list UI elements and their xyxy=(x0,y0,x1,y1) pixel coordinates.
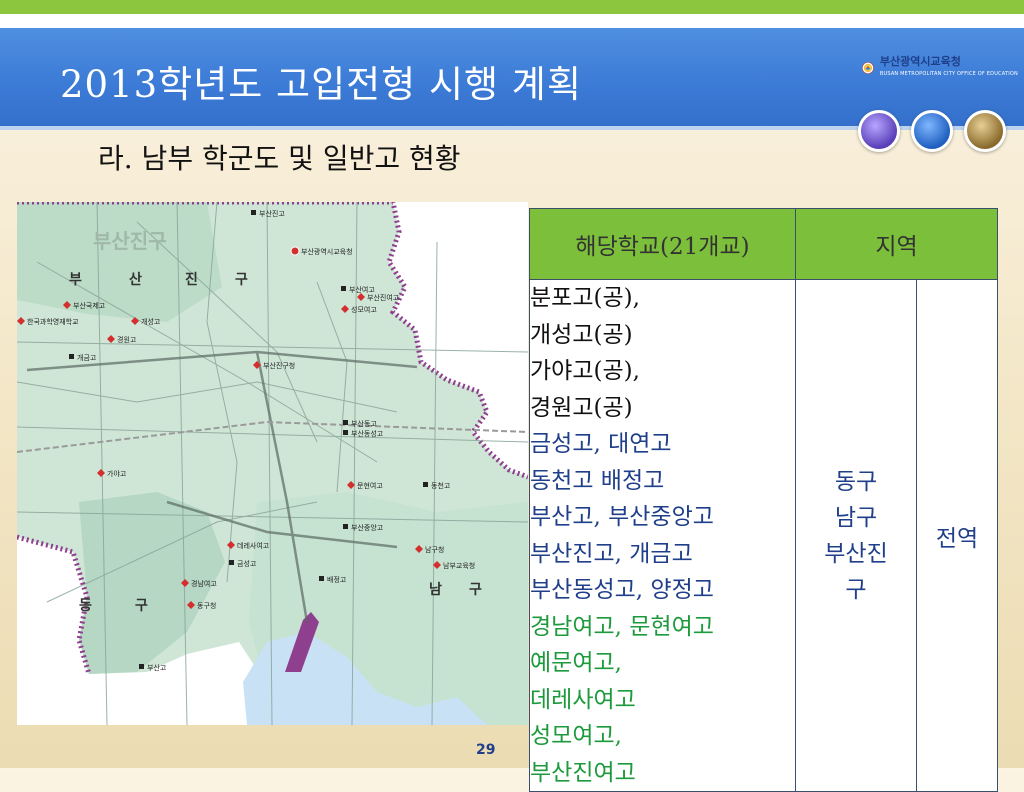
top-accent-stripe xyxy=(0,0,1024,14)
district-label: 남 xyxy=(429,581,442,598)
marker-label: 한국과학영재학교 xyxy=(27,317,79,326)
map-drawing: 부산진구부 산 진 구동 구남 구부산진고부산광역시교육청부산국제고한국과학영재학교 개성고… xyxy=(17,202,528,725)
marker-label: 개성고 xyxy=(141,317,161,326)
top-spacer xyxy=(0,14,1024,28)
school-line: 개성고(공) xyxy=(530,321,633,348)
region-line: 부산진 xyxy=(824,540,888,567)
marker-label: 개금고 xyxy=(77,353,97,362)
marker-label: 부산진여고 xyxy=(367,293,400,302)
marker-label: 동천고 xyxy=(431,481,451,490)
marker-label: 부산진구청 xyxy=(263,361,295,370)
marker-symbol-icon xyxy=(343,420,348,425)
marker-symbol-icon xyxy=(341,286,346,291)
education-office-logo: 부산광역시교육청 BUSAN METROPOLITAN CITY OFFICE … xyxy=(862,48,1018,88)
district-label: 산 xyxy=(129,271,142,288)
marker-label: 남부교육청 xyxy=(443,561,475,570)
school-district-map: 부산진구 부 산 진 구 동 구 남 구 부산진고 부산광역시교육청 부산국제고 한국과학영재학교 개성고… xyxy=(17,202,528,725)
district-label: 구 xyxy=(469,582,482,598)
marker-symbol-icon xyxy=(290,246,300,256)
marker-symbol-icon xyxy=(319,576,324,581)
marker-symbol-icon xyxy=(343,430,348,435)
marker-label: 경남여고 xyxy=(191,579,217,588)
marker-label: 성모여고 xyxy=(351,305,377,314)
marker-label: 문현여고 xyxy=(357,481,383,490)
marker-label: 동구청 xyxy=(197,602,216,610)
school-line: 성모여고, xyxy=(530,723,622,749)
marker-label: 남구청 xyxy=(425,545,444,554)
marker-label: 부산중앙고 xyxy=(351,523,384,532)
blue-circle-icon xyxy=(911,110,953,152)
school-line: 가야고(공), xyxy=(530,358,640,384)
marker-symbol-icon xyxy=(343,524,348,529)
marker-symbol-icon xyxy=(229,560,234,565)
map-marker: 한국과학영재학교 xyxy=(17,317,79,326)
school-region-table: 해당학교(21개교) 지역 분포고(공), 개성고(공) 가야고(공), 경원고… xyxy=(529,208,998,792)
marker-label: 데레사여고 xyxy=(237,541,270,550)
marker-label: 배정고 xyxy=(327,575,347,584)
page-number: 29 xyxy=(476,742,496,758)
marker-symbol-icon xyxy=(69,354,74,359)
scope-cell: 전역 xyxy=(916,279,998,792)
marker-label: 가야고 xyxy=(107,469,127,478)
school-line: 데레사여고 xyxy=(530,686,636,713)
school-line: 경남여고, 문현여고 xyxy=(530,613,714,640)
marker-label: 부산진고 xyxy=(259,209,285,218)
region-line: 남구 xyxy=(834,504,878,531)
table-header-row: 해당학교(21개교) 지역 xyxy=(529,208,998,280)
district-label: 부 xyxy=(69,272,82,288)
logo-subtitle: BUSAN METROPOLITAN CITY OFFICE OF EDUCAT… xyxy=(879,71,1018,77)
table-body-row: 분포고(공), 개성고(공) 가야고(공), 경원고(공) 금성고, 대연고 동… xyxy=(529,279,998,792)
marker-label: 부산광역시교육청 xyxy=(301,247,353,256)
school-line: 부산진여고 xyxy=(530,759,636,786)
district-label: 부산진구 xyxy=(93,229,167,253)
slide-subtitle: 라. 남부 학군도 및 일반고 현황 xyxy=(98,142,461,175)
gold-circle-icon xyxy=(964,110,1006,152)
school-line: 동천고 배정고 xyxy=(530,467,665,494)
school-line: 부산고, 부산중앙고 xyxy=(530,504,714,530)
district-label: 구 xyxy=(235,272,248,288)
school-line: 분포고(공), xyxy=(530,285,640,311)
school-line: 금성고, 대연고 xyxy=(530,431,672,457)
school-list-cell: 분포고(공), 개성고(공) 가야고(공), 경원고(공) 금성고, 대연고 동… xyxy=(529,279,796,792)
marker-label: 부산국제고 xyxy=(73,301,106,310)
marker-symbol-icon xyxy=(423,482,428,487)
school-line: 경원고(공) xyxy=(530,394,633,421)
slide-title: 2013학년도 고입전형 시행 계획 xyxy=(60,63,582,106)
school-line: 부산동성고, 양정고 xyxy=(530,577,714,603)
marker-label: 경원고 xyxy=(117,335,137,344)
marker-label: 부산여고 xyxy=(349,285,375,294)
region-line: 구 xyxy=(845,576,867,603)
emblem-icon xyxy=(862,62,874,74)
school-line: 부산진고, 개금고 xyxy=(530,540,693,567)
region-line: 동구 xyxy=(834,468,878,495)
district-label: 진 xyxy=(185,271,198,288)
marker-symbol-icon xyxy=(251,210,256,215)
region-cell: 동구 남구 부산진 구 xyxy=(795,279,917,792)
header-school: 해당학교(21개교) xyxy=(529,208,796,280)
district-label: 동 xyxy=(79,598,92,614)
header-region: 지역 xyxy=(795,208,998,280)
map-marker: 부산광역시교육청 xyxy=(290,246,353,256)
school-line: 예문여고, xyxy=(530,650,622,676)
marker-symbol-icon xyxy=(139,664,144,669)
marker-label: 부산동성고 xyxy=(351,429,384,438)
logo-name: 부산광역시교육청 xyxy=(879,55,961,68)
district-label: 구 xyxy=(135,598,148,614)
purple-circle-icon xyxy=(858,110,900,152)
marker-label: 부산고 xyxy=(147,663,167,672)
marker-label: 부산동고 xyxy=(351,419,377,428)
marker-label: 금성고 xyxy=(237,559,257,568)
